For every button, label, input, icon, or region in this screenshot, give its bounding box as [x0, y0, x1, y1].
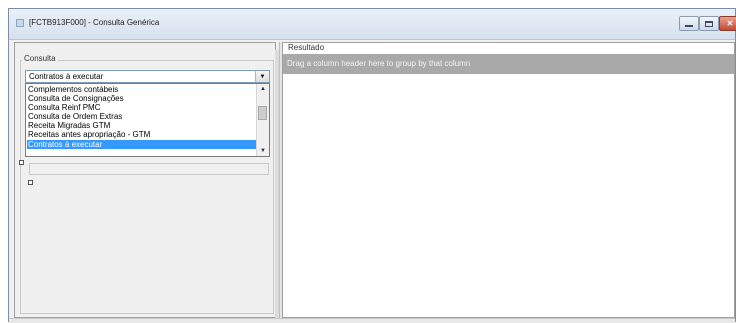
dropdown-option[interactable]: Receita Migradas GTM: [28, 121, 110, 130]
scrollbar-thumb[interactable]: [258, 106, 267, 120]
resultado-label: Resultado: [288, 43, 325, 52]
group-by-panel[interactable]: Drag a column header here to group by th…: [283, 54, 734, 74]
dropdown-option[interactable]: Receitas antes apropriação - GTM: [28, 130, 150, 139]
title-bar[interactable]: [FCTB913F000] - Consulta Genérica ✕: [9, 9, 736, 40]
maximize-icon: [705, 20, 713, 27]
chevron-up-icon[interactable]: ▲: [257, 84, 269, 94]
dropdown-option[interactable]: Consulta Reinf PMC: [28, 103, 100, 112]
app-icon: [16, 19, 24, 27]
dropdown-option[interactable]: Complementos contábeis: [28, 85, 118, 94]
main-window: [FCTB913F000] - Consulta Genérica ✕ Cons…: [8, 8, 736, 323]
hidden-field: [29, 163, 269, 175]
consulta-label: Consulta: [22, 54, 58, 63]
consulta-select[interactable]: Contratos à executar ▼: [25, 70, 270, 83]
dropdown-option[interactable]: Consulta de Ordem Extras: [28, 112, 122, 121]
consulta-panel: Consulta Contratos à executar ▼ Compleme…: [14, 42, 276, 318]
status-bar: [9, 318, 735, 323]
minimize-button[interactable]: [679, 16, 699, 31]
maximize-button[interactable]: [699, 16, 719, 31]
dropdown-option[interactable]: Consulta de Consignações: [28, 94, 124, 103]
dropdown-scrollbar[interactable]: ▲ ▼: [256, 84, 269, 156]
minimize-icon: [685, 24, 693, 27]
checkbox-icon[interactable]: [19, 160, 24, 165]
chevron-down-icon[interactable]: ▼: [257, 146, 269, 156]
consulta-dropdown-list[interactable]: Complementos contábeis Consulta de Consi…: [25, 83, 270, 157]
dropdown-option-selected[interactable]: Contratos à executar: [27, 140, 257, 149]
chevron-down-icon[interactable]: ▼: [255, 71, 269, 82]
close-button[interactable]: ✕: [719, 16, 736, 31]
group-by-hint: Drag a column header here to group by th…: [287, 59, 471, 68]
resultado-panel: Resultado Drag a column header here to g…: [282, 42, 735, 318]
window-title: [FCTB913F000] - Consulta Genérica: [29, 18, 160, 27]
close-icon: ✕: [726, 19, 734, 28]
checkbox-icon[interactable]: [28, 180, 33, 185]
consulta-select-value: Contratos à executar: [29, 72, 104, 81]
